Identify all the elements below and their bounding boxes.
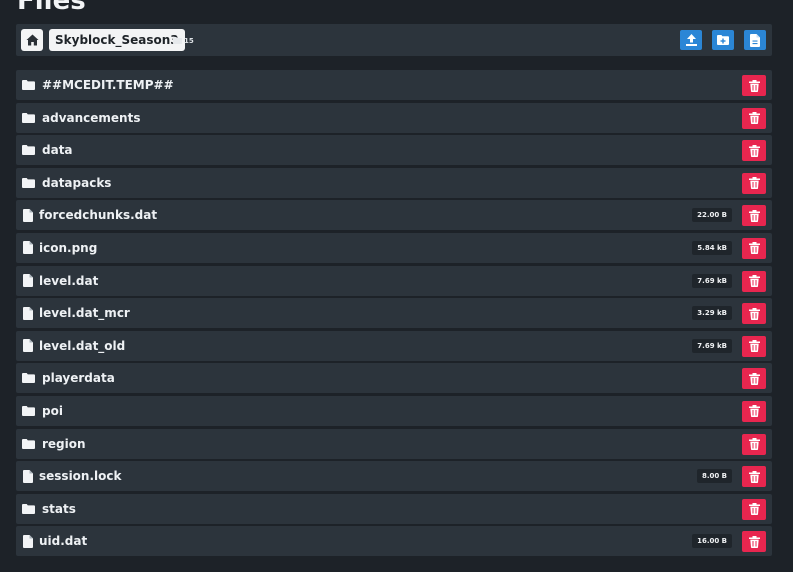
folder-row[interactable]: ##MCEDIT.TEMP## [16,70,772,100]
file-row[interactable]: level.dat 7.69 kB [16,265,772,297]
delete-button[interactable] [742,303,766,325]
new-folder-button[interactable] [712,30,734,50]
upload-button[interactable] [680,30,702,50]
upload-icon [685,34,697,46]
new-file-button[interactable] [744,30,766,50]
file-icon [21,274,35,288]
entry-name[interactable]: session.lock [39,461,121,492]
delete-button[interactable] [742,205,766,227]
delete-button[interactable] [742,400,766,422]
delete-button[interactable] [742,172,766,194]
folder-row[interactable]: playerdata [16,363,772,394]
delete-button[interactable] [742,466,766,488]
entry-name[interactable]: playerdata [42,363,115,394]
delete-button[interactable] [742,335,766,357]
trash-icon [748,209,760,222]
folder-row[interactable]: poi [16,395,772,427]
entry-name[interactable]: icon.png [39,233,97,264]
new-folder-icon [717,35,729,45]
folder-row[interactable]: advancements [16,102,772,134]
trash-icon [748,307,760,320]
file-row[interactable]: level.dat_old 7.69 kB [16,330,772,362]
item-count-badge: 15 [173,34,194,47]
entry-name[interactable]: ##MCEDIT.TEMP## [42,70,174,101]
new-file-icon [750,33,760,47]
file-size-badge: 7.69 kB [692,273,732,288]
folder-icon [21,437,35,451]
file-row[interactable]: icon.png 5.84 kB [16,232,772,264]
trash-icon [748,340,760,353]
delete-button[interactable] [742,75,766,96]
file-icon [21,241,35,255]
delete-button[interactable] [742,237,766,259]
trash-icon [748,275,760,288]
trash-icon [748,470,760,483]
file-row[interactable]: level.dat_mcr 3.29 kB [16,298,772,329]
entry-name[interactable]: datapacks [42,168,111,199]
folder-row[interactable]: stats [16,493,772,525]
trash-icon [748,405,760,418]
file-size-badge: 8.00 B [696,469,732,484]
entry-name[interactable]: level.dat [39,266,98,297]
folder-icon [21,502,35,516]
folder-icon [21,111,35,125]
trash-icon [748,535,760,548]
home-icon [26,34,38,46]
trash-icon [748,503,760,516]
page-title: Files [17,0,86,16]
folder-row[interactable]: region [16,428,772,460]
folder-icon [21,176,35,190]
file-row[interactable]: forcedchunks.dat 22.00 B [16,200,772,231]
entry-name[interactable]: level.dat_old [39,331,125,362]
file-size-badge: 5.84 kB [692,240,732,255]
folder-icon [21,143,35,157]
item-count: 15 [184,36,194,45]
entry-name[interactable]: uid.dat [39,526,87,557]
folder-icon [21,371,35,385]
delete-button[interactable] [742,107,766,129]
delete-button[interactable] [742,531,766,553]
trash-icon [748,144,760,157]
entry-name[interactable]: data [42,135,73,166]
trash-icon [748,372,760,385]
file-toolbar: Skyblock_Season3 15 [16,24,772,56]
file-icon [21,339,35,353]
home-button[interactable] [21,29,43,51]
file-size-badge: 22.00 B [692,208,732,223]
folder-row[interactable]: datapacks [16,167,772,199]
trash-icon [748,79,760,92]
trash-icon [748,177,760,190]
entry-name[interactable]: level.dat_mcr [39,298,130,329]
breadcrumb-current-folder[interactable]: Skyblock_Season3 [49,29,185,51]
trash-icon [748,242,760,255]
entry-name[interactable]: stats [42,494,76,525]
folder-icon [173,37,182,44]
file-icon [21,208,35,222]
folder-icon [21,404,35,418]
trash-icon [748,438,760,451]
file-icon [21,534,35,548]
file-row[interactable]: uid.dat 16.00 B [16,526,772,557]
folder-icon [21,78,35,92]
delete-button[interactable] [742,368,766,390]
entry-name[interactable]: poi [42,396,63,427]
delete-button[interactable] [742,498,766,520]
delete-button[interactable] [742,140,766,162]
folder-row[interactable]: data [16,135,772,166]
entry-name[interactable]: region [42,429,86,460]
file-size-badge: 7.69 kB [692,338,732,353]
file-size-badge: 3.29 kB [692,306,732,321]
entry-name[interactable]: forcedchunks.dat [39,200,157,231]
entry-name[interactable]: advancements [42,103,140,134]
file-icon [21,469,35,483]
file-icon [21,306,35,320]
file-list: ##MCEDIT.TEMP## advancements data datapacks… [16,70,772,559]
trash-icon [748,112,760,125]
delete-button[interactable] [742,433,766,455]
file-size-badge: 16.00 B [692,534,732,549]
file-row[interactable]: session.lock 8.00 B [16,461,772,492]
delete-button[interactable] [742,270,766,292]
